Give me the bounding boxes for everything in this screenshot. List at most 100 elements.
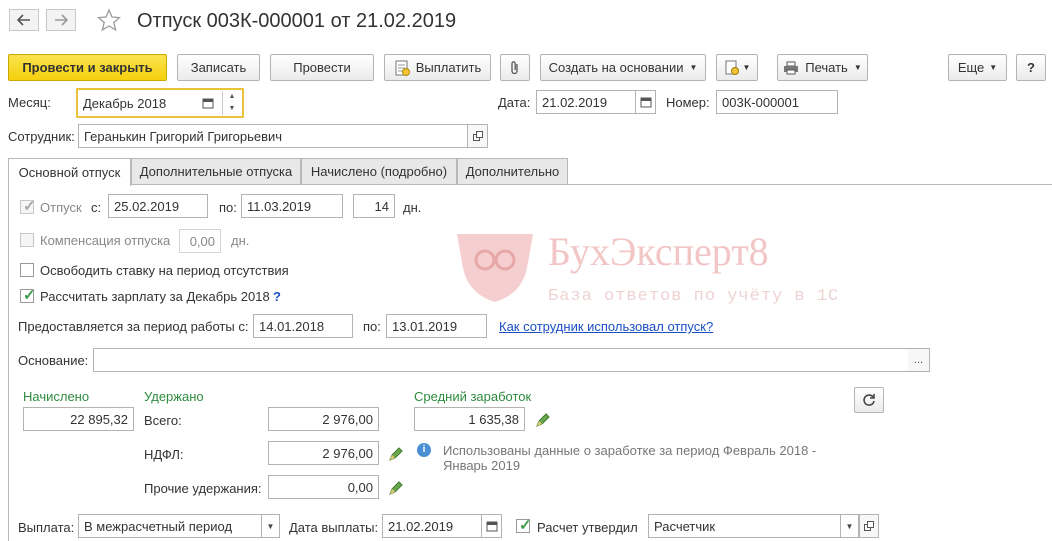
payment-label: Выплата:	[18, 520, 75, 535]
calendar-icon[interactable]	[482, 514, 502, 538]
calendar-icon[interactable]	[636, 90, 656, 114]
open-employee-button[interactable]	[468, 124, 488, 148]
calc-salary-help-icon[interactable]: ?	[273, 289, 281, 304]
printer-icon	[784, 61, 799, 74]
avg-earnings-label: Средний заработок	[414, 389, 532, 404]
more-button[interactable]: Еще ▼	[948, 54, 1007, 81]
chevron-down-icon[interactable]: ▼	[262, 514, 280, 538]
payment-date-label: Дата выплаты:	[289, 520, 379, 535]
back-button[interactable]	[9, 9, 39, 31]
basis-select-button[interactable]: ...	[908, 348, 930, 372]
vacation-days-unit: дн.	[403, 200, 422, 215]
favorite-star-icon[interactable]	[96, 8, 122, 32]
vacation-from-input[interactable]: 25.02.2019	[108, 194, 208, 218]
withheld-total-value: 2 976,00	[268, 407, 379, 431]
create-based-on-button[interactable]: Создать на основании ▼	[540, 54, 706, 81]
save-button[interactable]: Записать	[177, 54, 260, 81]
chevron-down-icon: ▼	[689, 63, 698, 72]
payment-date-input[interactable]: 21.02.2019	[382, 514, 482, 538]
work-period-to-label: по:	[363, 319, 381, 334]
chevron-down-icon: ▼	[989, 63, 998, 72]
avg-earnings-value: 1 635,38	[414, 407, 525, 431]
refresh-button[interactable]	[854, 387, 884, 413]
pay-button[interactable]: Выплатить	[384, 54, 491, 81]
compensation-days-input[interactable]: 0,00	[179, 229, 221, 253]
approved-checkbox[interactable]: ✓	[516, 517, 532, 534]
withheld-total-label: Всего:	[144, 413, 182, 428]
create-based-on-label: Создать на основании	[548, 60, 684, 75]
accrued-value: 22 895,32	[23, 407, 134, 431]
edit-pencil-icon[interactable]	[388, 480, 404, 496]
compensation-unit: дн.	[231, 233, 250, 248]
basis-input[interactable]	[93, 348, 909, 372]
print-button-label: Печать	[805, 60, 848, 75]
work-period-label: Предоставляется за период работы с:	[18, 319, 249, 334]
month-input[interactable]: Декабрь 2018	[78, 90, 196, 116]
other-withholdings-label: Прочие удержания:	[144, 481, 262, 496]
related-documents-button[interactable]: ▼	[716, 54, 758, 81]
basis-label: Основание:	[18, 353, 89, 368]
watermark-brand: БухЭксперт8	[548, 229, 769, 274]
calendar-icon[interactable]	[198, 92, 218, 114]
info-icon: i	[417, 443, 431, 457]
vacation-from-label: с:	[91, 200, 102, 215]
pay-button-label: Выплатить	[415, 60, 482, 75]
vacation-days-input[interactable]: 14	[353, 194, 395, 218]
date-input[interactable]: 21.02.2019	[536, 90, 636, 114]
open-icon	[472, 131, 483, 141]
avg-earnings-info: Использованы данные о заработке за перио…	[443, 443, 817, 473]
open-icon	[864, 521, 874, 531]
payment-select[interactable]: В межрасчетный период	[78, 514, 262, 538]
help-button[interactable]: ?	[1016, 54, 1046, 81]
document-gear-icon	[725, 60, 739, 75]
watermark-tagline: База ответов по учёту в 1С	[548, 287, 840, 306]
free-rate-label: Освободить ставку на период отсутствия	[40, 263, 289, 278]
checkmark-icon: ✓	[23, 198, 36, 215]
employee-input[interactable]: Геранькин Григорий Григорьевич	[78, 124, 468, 148]
chevron-down-icon[interactable]: ▼	[841, 514, 859, 538]
tab-accrued-detailed[interactable]: Начислено (подробно)	[301, 158, 457, 184]
calc-salary-checkbox[interactable]: ✓	[20, 287, 36, 304]
vacation-label: Отпуск	[40, 200, 82, 215]
post-and-close-button[interactable]: Провести и закрыть	[8, 54, 167, 81]
chevron-down-icon: ▼	[742, 63, 751, 72]
month-label: Месяц:	[8, 95, 51, 110]
checkmark-icon: ✓	[519, 517, 532, 534]
compensation-label: Компенсация отпуска	[40, 233, 171, 248]
calc-salary-label: Рассчитать зарплату за Декабрь 2018	[40, 289, 270, 304]
tab-additional-vacations[interactable]: Дополнительные отпуска	[131, 158, 301, 184]
document-pay-icon	[395, 60, 410, 76]
ndfl-label: НДФЛ:	[144, 447, 184, 462]
vacation-to-label: по:	[219, 200, 237, 215]
vacation-usage-link[interactable]: Как сотрудник использовал отпуск?	[499, 319, 713, 334]
forward-button[interactable]	[46, 9, 76, 31]
post-button[interactable]: Провести	[270, 54, 374, 81]
vacation-checkbox[interactable]: ✓	[20, 198, 36, 215]
attach-button[interactable]	[500, 54, 530, 81]
tab-main-vacation[interactable]: Основной отпуск	[8, 158, 131, 186]
open-approver-button[interactable]	[859, 514, 879, 538]
number-input[interactable]: 003К-000001	[716, 90, 838, 114]
edit-pencil-icon[interactable]	[388, 446, 404, 462]
arrow-right-icon	[55, 14, 68, 26]
edit-pencil-icon[interactable]	[535, 412, 551, 428]
more-button-label: Еще	[957, 60, 985, 75]
month-spinner[interactable]: ▲ ▼	[222, 91, 241, 115]
free-rate-checkbox[interactable]	[20, 263, 34, 277]
tab-additional[interactable]: Дополнительно	[457, 158, 568, 184]
approver-select[interactable]: Расчетчик	[648, 514, 841, 538]
checkmark-icon: ✓	[23, 287, 36, 304]
window-title: Отпуск 003К-000001 от 21.02.2019	[137, 10, 457, 32]
print-button[interactable]: Печать ▼	[777, 54, 868, 81]
employee-label: Сотрудник:	[8, 129, 75, 144]
work-period-to-input[interactable]: 13.01.2019	[386, 314, 487, 338]
refresh-icon	[863, 394, 875, 406]
vacation-to-input[interactable]: 11.03.2019	[241, 194, 343, 218]
approved-label: Расчет утвердил	[537, 520, 638, 535]
paperclip-icon	[511, 60, 518, 74]
arrow-left-icon	[17, 14, 30, 26]
ndfl-value: 2 976,00	[268, 441, 379, 465]
compensation-checkbox[interactable]	[20, 233, 34, 247]
work-period-from-input[interactable]: 14.01.2018	[253, 314, 353, 338]
other-withholdings-value: 0,00	[268, 475, 379, 499]
